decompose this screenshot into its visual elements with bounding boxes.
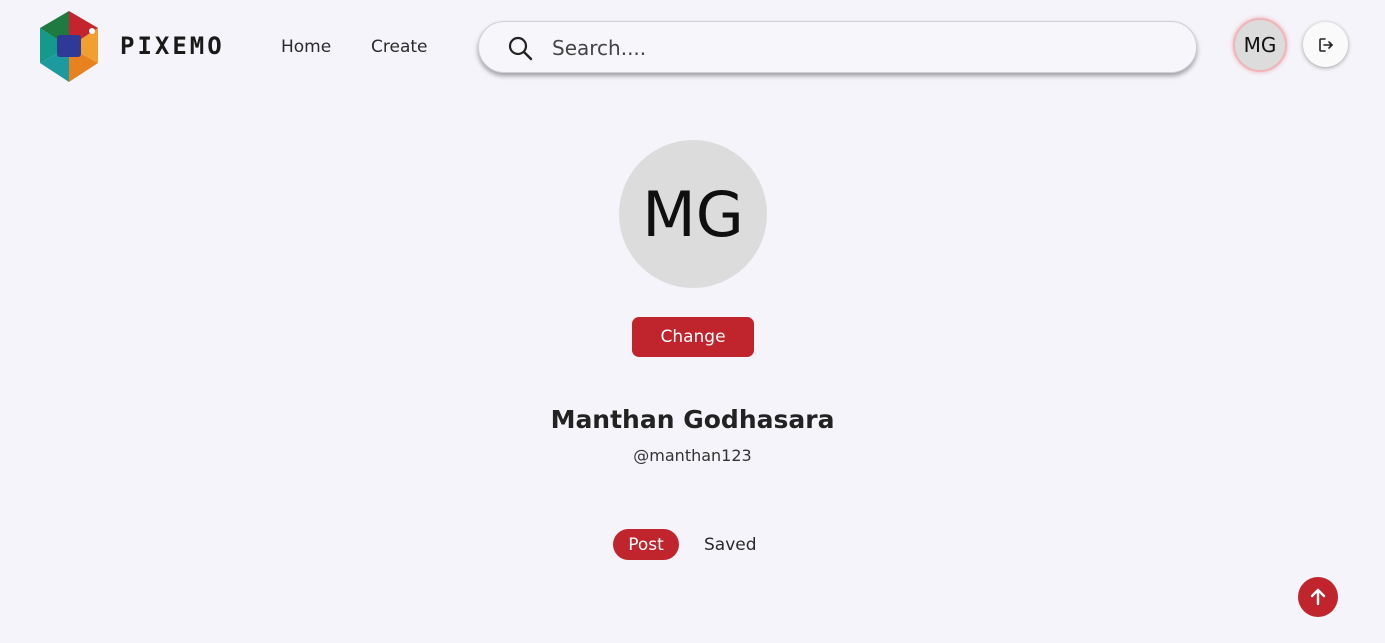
camera-aperture-logo[interactable] xyxy=(36,11,102,82)
profile-handle: @manthan123 xyxy=(633,446,752,465)
profile-avatar: MG xyxy=(619,140,767,288)
scroll-to-top-button[interactable] xyxy=(1298,577,1338,617)
search-bar[interactable] xyxy=(478,21,1197,73)
search-icon xyxy=(508,36,533,61)
nav-home-link[interactable]: Home xyxy=(281,37,331,57)
arrow-up-icon xyxy=(1310,588,1326,606)
user-avatar-button[interactable]: MG xyxy=(1235,20,1285,70)
search-input[interactable] xyxy=(552,34,1152,62)
tab-saved[interactable]: Saved xyxy=(704,535,757,555)
logout-button[interactable] xyxy=(1303,22,1348,67)
logout-icon xyxy=(1318,37,1333,52)
tab-post[interactable]: Post xyxy=(613,529,679,560)
brand-name: PIXEMO xyxy=(120,32,225,60)
nav-create-link[interactable]: Create xyxy=(371,37,428,57)
change-avatar-button[interactable]: Change xyxy=(632,317,754,357)
top-header: PIXEMO Home Create MG xyxy=(0,0,1385,95)
profile-name: Manthan Godhasara xyxy=(550,405,835,434)
